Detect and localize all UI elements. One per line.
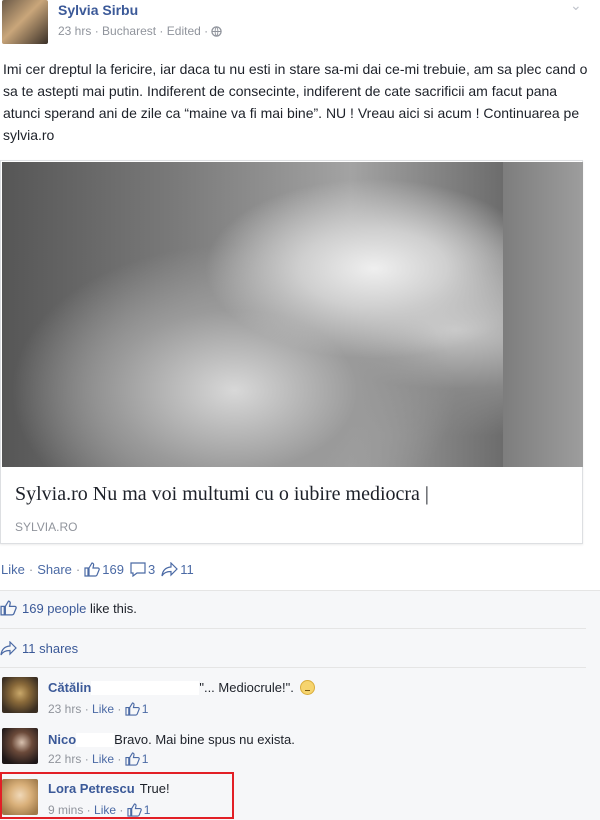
divider [0, 667, 586, 668]
link-domain: SYLVIA.RO [15, 520, 78, 534]
share-icon [0, 641, 17, 656]
globe-icon [211, 26, 223, 37]
share-icon [161, 562, 179, 577]
comment-author[interactable]: Nico [48, 732, 76, 747]
author-avatar[interactable] [2, 0, 48, 44]
post-text: Imi cer dreptul la fericire, iar daca tu… [3, 61, 588, 143]
highlight-box [0, 772, 234, 819]
shares-count[interactable]: 11 [180, 562, 194, 577]
thumbs-up-icon [0, 600, 17, 616]
comment-likes-count[interactable]: 1 [142, 752, 149, 766]
post-time[interactable]: 23 hrs [58, 24, 91, 38]
comment-icon [130, 562, 146, 577]
comment-time[interactable]: 23 hrs [48, 702, 81, 716]
post-actions: Like · Share · 169 3 11 [1, 562, 194, 577]
comment-meta: 22 hrs · Like · 1 [48, 752, 149, 766]
comment-avatar[interactable] [2, 728, 38, 764]
likes-summary: 169 people like this. [0, 600, 137, 616]
comment-body: Cătălin "... Mediocrule!". [48, 680, 315, 695]
comment-body: Nico Bravo. Mai bine spus nu exista. [48, 732, 295, 747]
comment-text: "... Mediocrule!". [199, 680, 294, 695]
comment-meta: 23 hrs · Like · 1 [48, 702, 149, 716]
comment-likes-count[interactable]: 1 [142, 702, 149, 716]
post-card: Sylvia Sirbu 23 hrs · Bucharest · Edited… [0, 0, 600, 820]
like-link[interactable]: Like [1, 562, 25, 577]
comment-author[interactable]: Cătălin [48, 680, 91, 695]
chevron-down-icon[interactable]: ⌄ [570, 0, 582, 14]
comment-like-link[interactable]: Like [92, 752, 114, 766]
post-meta: 23 hrs · Bucharest · Edited · [58, 24, 223, 38]
thumbs-up-icon [84, 562, 101, 577]
link-preview[interactable]: Sylvia.ro Nu ma voi multumi cu o iubire … [0, 160, 583, 544]
thumbs-up-icon [125, 702, 140, 716]
likes-people-link[interactable]: 169 people [22, 601, 86, 616]
thumbs-up-icon [125, 752, 140, 766]
comments-count[interactable]: 3 [148, 562, 155, 577]
divider [0, 628, 586, 629]
comment-avatar[interactable] [2, 677, 38, 713]
likes-count[interactable]: 169 [102, 562, 124, 577]
comment-like-link[interactable]: Like [92, 702, 114, 716]
post-edited[interactable]: Edited [167, 24, 201, 38]
shares-summary: 11 shares [0, 641, 78, 656]
post-location[interactable]: Bucharest [102, 24, 156, 38]
smile-emoji-icon [299, 680, 315, 695]
author-name[interactable]: Sylvia Sirbu [58, 2, 138, 18]
comment-text: Bravo. Mai bine spus nu exista. [114, 732, 295, 747]
share-link[interactable]: Share [37, 562, 72, 577]
link-title[interactable]: Sylvia.ro Nu ma voi multumi cu o iubire … [15, 483, 429, 506]
link-image[interactable] [2, 162, 583, 467]
comment-time[interactable]: 22 hrs [48, 752, 81, 766]
likes-suffix: like this. [86, 600, 137, 616]
shares-link[interactable]: 11 shares [22, 641, 78, 656]
